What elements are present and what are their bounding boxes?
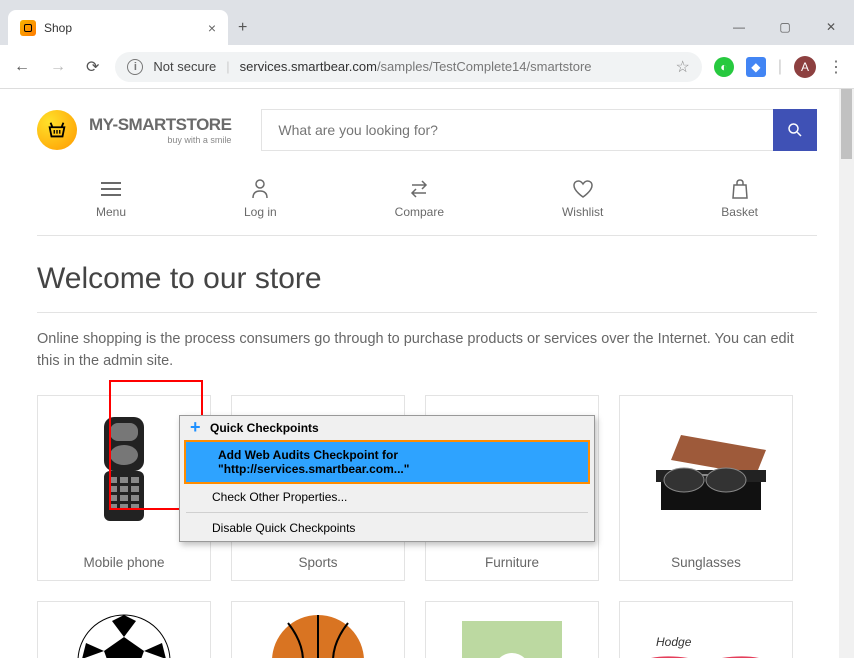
search-input[interactable]: [261, 109, 773, 151]
hamburger-icon: [101, 179, 121, 199]
category-label: Mobile phone: [83, 545, 164, 580]
bookmark-star-icon[interactable]: ☆: [676, 57, 690, 77]
menu-item-add-web-audits[interactable]: Add Web Audits Checkpoint for "http://se…: [184, 440, 590, 484]
security-status: Not secure: [153, 59, 216, 74]
search-icon: [786, 121, 804, 139]
category-card[interactable]: [37, 601, 211, 658]
category-image: [452, 602, 572, 658]
heart-icon: [573, 179, 593, 199]
page-title: Welcome to our store: [37, 262, 817, 296]
basket-icon: [46, 119, 68, 141]
nav-label: Menu: [96, 205, 126, 219]
nav-menu[interactable]: Menu: [96, 179, 126, 219]
category-image: Hodge: [641, 602, 771, 658]
back-button[interactable]: ←: [10, 54, 34, 80]
tab-title: Shop: [44, 21, 200, 35]
category-label: Sunglasses: [671, 545, 741, 580]
brand-name: MY-SMARTSTORE: [89, 115, 231, 135]
search-button[interactable]: [773, 109, 817, 151]
browser-tab[interactable]: Shop ×: [8, 10, 228, 45]
forward-button: →: [46, 54, 70, 80]
nav-label: Basket: [721, 205, 758, 219]
category-card[interactable]: Hodge: [619, 601, 793, 658]
compare-icon: [408, 179, 430, 199]
new-tab-button[interactable]: +: [228, 11, 257, 45]
quick-checkpoints-menu: + Quick Checkpoints Add Web Audits Check…: [179, 415, 595, 542]
bag-icon: [731, 179, 749, 199]
browser-tabstrip: Shop × + — ▢ ✕: [0, 0, 854, 45]
scrollbar-thumb[interactable]: [841, 89, 852, 159]
profile-avatar[interactable]: A: [794, 56, 816, 78]
site-info-icon[interactable]: i: [127, 59, 143, 75]
menu-item-disable[interactable]: Disable Quick Checkpoints: [180, 515, 594, 541]
reload-button[interactable]: ⟳: [82, 53, 103, 81]
nav-label: Log in: [244, 205, 277, 219]
category-label: Sports: [298, 545, 337, 580]
category-card-sunglasses[interactable]: Sunglasses: [619, 395, 793, 581]
brand-tagline: buy with a smile: [89, 135, 231, 145]
category-image: [268, 602, 368, 658]
extension-icon-2[interactable]: ◆: [746, 57, 766, 77]
window-close-button[interactable]: ✕: [808, 9, 854, 45]
extension-icon-1[interactable]: ◐: [714, 57, 734, 77]
window-maximize-button[interactable]: ▢: [762, 9, 808, 45]
separator: |: [226, 59, 229, 74]
nav-compare[interactable]: Compare: [395, 179, 444, 219]
tab-favicon: [20, 20, 36, 36]
nav-label: Wishlist: [562, 205, 603, 219]
svg-text:Hodge: Hodge: [656, 635, 692, 649]
tab-close-icon[interactable]: ×: [208, 20, 216, 36]
category-card[interactable]: [231, 601, 405, 658]
menu-separator: [186, 512, 588, 513]
category-label: Furniture: [485, 545, 539, 580]
window-minimize-button[interactable]: —: [716, 9, 762, 45]
scrollbar-track[interactable]: [839, 89, 854, 658]
url-path: /samples/TestComplete14/smartstore: [377, 59, 592, 74]
separator: |: [778, 58, 782, 76]
nav-basket[interactable]: Basket: [721, 179, 758, 219]
plus-icon: +: [190, 421, 204, 435]
address-bar[interactable]: i Not secure | services.smartbear.com/sa…: [115, 52, 701, 82]
category-card[interactable]: [425, 601, 599, 658]
nav-login[interactable]: Log in: [244, 179, 277, 219]
nav-label: Compare: [395, 205, 444, 219]
user-icon: [251, 179, 269, 199]
browser-toolbar: ← → ⟳ i Not secure | services.smartbear.…: [0, 45, 854, 89]
url-host: services.smartbear.com: [240, 59, 377, 74]
intro-text: Online shopping is the process consumers…: [37, 329, 817, 373]
chrome-menu-icon[interactable]: ⋮: [828, 57, 844, 77]
category-image: [74, 602, 174, 658]
divider: [37, 312, 817, 313]
category-image: [636, 396, 776, 545]
menu-header: Quick Checkpoints: [210, 421, 319, 435]
store-logo[interactable]: [37, 110, 77, 150]
nav-wishlist[interactable]: Wishlist: [562, 179, 603, 219]
menu-item-check-other[interactable]: Check Other Properties...: [180, 484, 594, 510]
